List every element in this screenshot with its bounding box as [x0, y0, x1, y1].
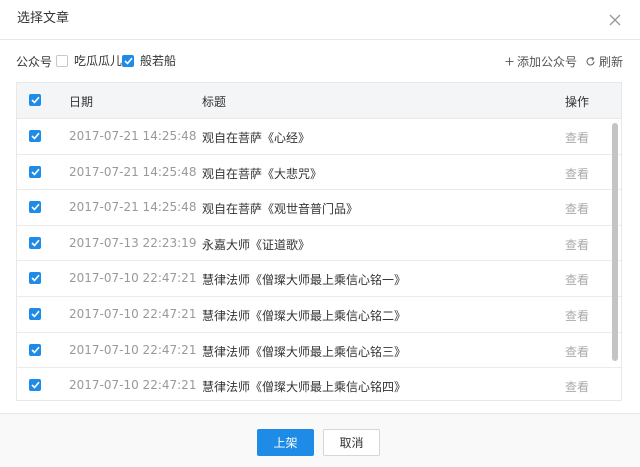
column-header-title: 标题: [202, 95, 227, 109]
view-link[interactable]: 查看: [565, 200, 589, 217]
close-icon[interactable]: [608, 12, 622, 26]
column-header-date: 日期: [69, 95, 94, 109]
dialog-title: 选择文章: [17, 11, 70, 26]
select-all-checkbox[interactable]: [29, 94, 41, 106]
account-checkbox[interactable]: [122, 54, 134, 67]
row-title: 慧律法师《僧璨大师最上乘信心铭四》: [202, 380, 407, 395]
row-date: 2017-07-10 22:47:21: [69, 342, 197, 357]
row-date: 2017-07-13 22:23:19: [69, 235, 197, 250]
table-row[interactable]: 2017-07-10 22:47:21 慧律法师《僧璨大师最上乘信心铭一》 查看: [17, 261, 621, 297]
check-icon: [30, 310, 40, 318]
check-icon: [30, 96, 40, 104]
check-icon: [30, 381, 40, 389]
plus-icon: [505, 57, 514, 66]
account-option-boruochuan[interactable]: 般若船: [122, 52, 176, 69]
row-date: 2017-07-21 14:25:48: [69, 164, 197, 179]
row-checkbox[interactable]: [29, 165, 41, 178]
check-icon: [30, 203, 40, 211]
row-title: 观自在菩萨《观世音普门品》: [202, 202, 359, 217]
table-row[interactable]: 2017-07-10 22:47:21 慧律法师《僧璨大师最上乘信心铭三》 查看: [17, 333, 621, 369]
check-icon: [30, 132, 40, 140]
add-account-button[interactable]: 添加公众号: [505, 53, 577, 70]
column-header-action: 操作: [565, 95, 590, 109]
scrollbar[interactable]: [612, 123, 618, 361]
table-header: 日期 标题 操作: [17, 83, 621, 119]
view-link[interactable]: 查看: [565, 236, 589, 253]
row-date: 2017-07-10 22:47:21: [69, 378, 197, 393]
view-link[interactable]: 查看: [565, 307, 589, 324]
table-row[interactable]: 2017-07-13 22:23:19 永嘉大师《证道歌》 查看: [17, 226, 621, 262]
dialog-header: 选择文章: [0, 0, 640, 40]
account-name: 吃瓜瓜儿: [74, 54, 123, 68]
cancel-button[interactable]: 取消: [323, 429, 380, 456]
check-icon: [30, 275, 40, 283]
view-link[interactable]: 查看: [565, 271, 589, 288]
view-link[interactable]: 查看: [565, 343, 589, 360]
row-checkbox[interactable]: [29, 130, 41, 142]
row-checkbox[interactable]: [29, 201, 41, 214]
row-date: 2017-07-10 22:47:21: [69, 306, 197, 321]
refresh-label: 刷新: [598, 55, 623, 69]
row-date: 2017-07-21 14:25:48: [69, 200, 197, 215]
row-title: 观自在菩萨《大悲咒》: [202, 166, 323, 181]
article-table: 日期 标题 操作 2017-07-21 14:25:48 观自在菩萨《心经》 查看 2…: [16, 82, 622, 401]
publish-button[interactable]: 上架: [257, 429, 314, 456]
table-row[interactable]: 2017-07-21 14:25:48 观自在菩萨《心经》 查看: [17, 119, 621, 155]
table-row[interactable]: 2017-07-21 14:25:48 观自在菩萨《观世音普门品》 查看: [17, 190, 621, 226]
add-account-label: 添加公众号: [516, 55, 577, 69]
toolbar-actions: 添加公众号 刷新: [505, 53, 623, 70]
view-link[interactable]: 查看: [565, 165, 589, 182]
row-checkbox[interactable]: [29, 307, 41, 320]
row-date: 2017-07-21 14:25:48: [69, 129, 197, 143]
select-article-dialog: 选择文章 公众号 吃瓜瓜儿 般若船 添加公众号 刷新 日期 标题 操作 2017…: [0, 0, 640, 467]
row-checkbox[interactable]: [29, 272, 41, 285]
account-checkbox[interactable]: [56, 54, 68, 67]
row-checkbox[interactable]: [29, 343, 41, 356]
account-option-chiguaguaer[interactable]: 吃瓜瓜儿: [56, 52, 122, 69]
account-name: 般若船: [140, 54, 177, 68]
check-icon: [30, 239, 40, 247]
row-date: 2017-07-10 22:47:21: [69, 271, 197, 286]
row-title: 慧律法师《僧璨大师最上乘信心铭三》: [202, 344, 407, 359]
check-icon: [30, 346, 40, 354]
table-body: 2017-07-21 14:25:48 观自在菩萨《心经》 查看 2017-07-21…: [17, 119, 621, 400]
table-row[interactable]: 2017-07-10 22:47:21 慧律法师《僧璨大师最上乘信心铭四》 查看: [17, 368, 621, 400]
refresh-icon: [586, 56, 595, 66]
dialog-footer: 上架 取消: [0, 413, 640, 467]
row-title: 慧律法师《僧璨大师最上乘信心铭二》: [202, 308, 407, 323]
row-title: 永嘉大师《证道歌》: [202, 237, 311, 252]
row-checkbox[interactable]: [29, 236, 41, 249]
account-filter-label: 公众号: [16, 55, 53, 69]
table-row[interactable]: 2017-07-21 14:25:48 观自在菩萨《大悲咒》 查看: [17, 155, 621, 191]
row-title: 观自在菩萨《心经》: [202, 131, 311, 145]
refresh-button[interactable]: 刷新: [585, 53, 623, 70]
row-title: 慧律法师《僧璨大师最上乘信心铭一》: [202, 273, 407, 288]
view-link[interactable]: 查看: [565, 129, 589, 146]
table-row[interactable]: 2017-07-10 22:47:21 慧律法师《僧璨大师最上乘信心铭二》 查看: [17, 297, 621, 333]
row-checkbox[interactable]: [29, 379, 41, 392]
check-icon: [30, 168, 40, 176]
view-link[interactable]: 查看: [565, 378, 589, 395]
account-toolbar: 公众号 吃瓜瓜儿 般若船 添加公众号 刷新: [16, 52, 623, 70]
check-icon: [123, 57, 133, 65]
